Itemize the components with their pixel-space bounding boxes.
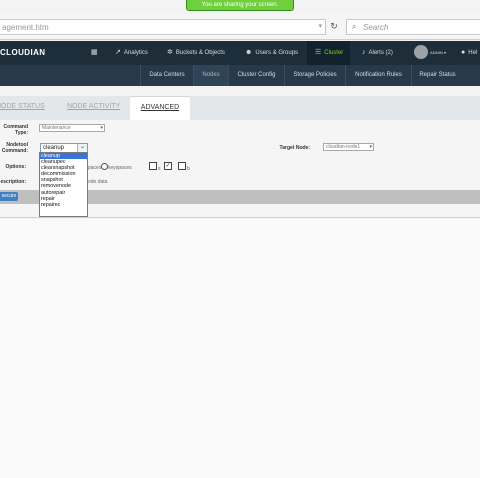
option-text-4: b [187, 166, 190, 172]
nav-cluster[interactable]: ☰ Cluster [307, 41, 350, 65]
gear-icon: ✲ [167, 49, 173, 56]
options-label: Options: [5, 164, 26, 170]
dashboard-grid-icon[interactable]: ▦ [91, 41, 101, 65]
nav-users-groups[interactable]: ☻ Users & Groups [245, 41, 298, 65]
node-tabs: NODE STATUS NODE ACTIVITY ADVANCED [0, 96, 480, 120]
main-nav: CLOUDIAN ▦ ↗ Analytics ✲ Buckets & Objects… [0, 41, 480, 65]
help-icon: ● [461, 49, 466, 56]
url-text: agement.htm [2, 23, 49, 32]
search-icon: ⌕ [352, 22, 357, 31]
option-checkbox-2[interactable]: ✓ [164, 162, 172, 170]
execute-button[interactable]: xecute [0, 192, 18, 201]
dropdown-option[interactable]: repairec [40, 202, 87, 208]
subnav-storage-policies[interactable]: Storage Policies [284, 65, 345, 86]
list-icon: ☰ [315, 49, 322, 56]
subnav-data-centers[interactable]: Data Centers [140, 65, 193, 86]
target-node-select[interactable]: cloudian-node1 ▾ [323, 143, 374, 151]
avatar[interactable] [414, 45, 428, 59]
bell-icon: ♪ [362, 49, 366, 56]
subnav-notification-rules[interactable]: Notification Rules [345, 65, 411, 86]
nav-help[interactable]: ● Hel [461, 41, 477, 65]
nav-analytics[interactable]: ↗ Analytics [115, 41, 148, 65]
tab-node-status[interactable]: NODE STATUS [0, 96, 56, 120]
keyspaces-radio[interactable] [101, 163, 108, 170]
nodetool-command-dropdown[interactable]: cleanup cleanupec clearsnapshot decommis… [39, 152, 88, 217]
option-checkbox-3[interactable] [178, 162, 186, 170]
target-node-label: Target Node: [279, 145, 310, 151]
empty-content-area [0, 219, 480, 478]
subnav-cluster-config[interactable]: Cluster Config [228, 65, 284, 86]
subnav-repair-status[interactable]: Repair Status [411, 65, 463, 86]
screen-share-notice: You are sharing your screen. [186, 0, 294, 11]
cluster-subnav: Data Centers Nodes Cluster Config Storag… [0, 65, 480, 86]
option-text-1: paces [88, 165, 102, 171]
tab-advanced[interactable]: ADVANCED [130, 96, 190, 120]
option-text-2: keyspaces [108, 165, 132, 171]
nav-buckets-objects[interactable]: ✲ Buckets & Objects [167, 41, 225, 65]
description-text: ode data [88, 179, 108, 185]
user-menu[interactable]: ADMIN ▾ [430, 41, 446, 65]
url-dropdown-icon[interactable]: ▾ [318, 22, 322, 30]
reload-icon[interactable]: ↻ [328, 21, 340, 33]
subnav-nodes[interactable]: Nodes [193, 65, 228, 86]
chevron-down-icon: ⌄ [77, 144, 87, 152]
cloudian-logo: CLOUDIAN [0, 48, 46, 57]
chevron-down-icon: ▾ [369, 144, 372, 150]
tab-node-activity[interactable]: NODE ACTIVITY [67, 96, 127, 120]
users-icon: ☻ [245, 49, 253, 56]
search-placeholder: Search [363, 23, 389, 32]
browser-search-field[interactable]: ⌕ Search [346, 19, 480, 35]
option-checkbox-1[interactable] [149, 162, 157, 170]
command-type-select[interactable]: Maintenance ▾ [39, 124, 105, 132]
command-type-label: Command Type: [3, 124, 28, 136]
nav-alerts[interactable]: ♪ Alerts (2) [362, 41, 393, 65]
browser-toolbar: agement.htm ▾ ↻ ⌕ Search [0, 14, 480, 40]
chevron-down-icon: ▾ [100, 125, 103, 131]
nodetool-command-label: Nodetool Command: [1, 142, 28, 154]
description-label: escription: [0, 179, 26, 185]
option-text-3: s [158, 166, 161, 172]
url-field[interactable]: agement.htm ▾ [0, 19, 326, 35]
screen-share-bar: You are sharing your screen. [0, 0, 480, 14]
chart-icon: ↗ [115, 49, 121, 56]
